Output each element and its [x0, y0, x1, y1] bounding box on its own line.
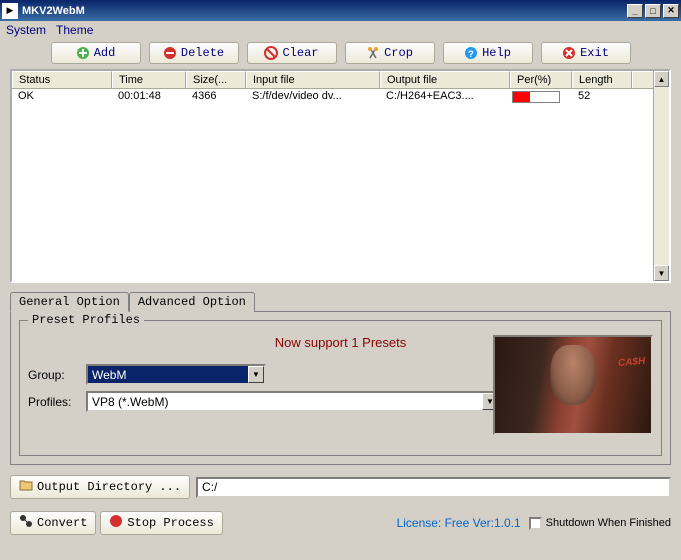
tab-general[interactable]: General Option [10, 292, 129, 312]
window-title: MKV2WebM [22, 5, 627, 17]
scrollbar-vertical[interactable]: ▲ ▼ [653, 71, 669, 281]
exit-button[interactable]: Exit [541, 42, 631, 64]
video-preview: CA$H [493, 335, 653, 435]
menu-theme[interactable]: Theme [56, 23, 93, 37]
add-button[interactable]: Add [51, 42, 141, 64]
window-controls: _ □ ✕ [627, 4, 679, 18]
output-dir-button[interactable]: Output Directory ... [10, 475, 190, 499]
chevron-down-icon: ▼ [248, 366, 264, 383]
add-label: Add [94, 46, 116, 60]
output-dir-label: Output Directory ... [37, 480, 181, 494]
minimize-button[interactable]: _ [627, 4, 643, 18]
stop-button[interactable]: Stop Process [100, 511, 222, 535]
scroll-up-icon[interactable]: ▲ [654, 71, 669, 87]
menubar: System Theme [0, 21, 681, 39]
folder-icon [19, 479, 33, 495]
delete-icon [163, 46, 177, 60]
add-icon [76, 46, 90, 60]
close-button[interactable]: ✕ [663, 4, 679, 18]
col-per[interactable]: Per(%) [510, 71, 572, 88]
toolbar: Add Delete Clear Crop ? Help Exit [0, 39, 681, 67]
cell-size: 4366 [186, 89, 246, 105]
shutdown-checkbox-wrap[interactable]: Shutdown When Finished [529, 517, 671, 530]
crop-icon [366, 46, 380, 60]
cell-output: C:/H264+EAC3.... [380, 89, 510, 105]
col-size[interactable]: Size(... [186, 71, 246, 88]
bottom-area: Output Directory ... [0, 465, 681, 509]
progress-bar [512, 91, 560, 103]
help-icon: ? [464, 46, 478, 60]
col-time[interactable]: Time [112, 71, 186, 88]
action-buttons: Convert Stop Process [10, 511, 223, 535]
col-length[interactable]: Length [572, 71, 632, 88]
stop-icon [109, 514, 123, 532]
clear-icon [264, 46, 278, 60]
table-row[interactable]: OK 00:01:48 4366 S:/f/dev/video dv... C:… [12, 89, 669, 105]
progress-fill [513, 92, 530, 102]
profiles-label: Profiles: [28, 395, 82, 409]
crop-label: Crop [384, 46, 413, 60]
group-value: WebM [88, 368, 248, 382]
crop-button[interactable]: Crop [345, 42, 435, 64]
col-input[interactable]: Input file [246, 71, 380, 88]
col-status[interactable]: Status [12, 71, 112, 88]
clear-button[interactable]: Clear [247, 42, 337, 64]
convert-icon [19, 514, 33, 532]
cell-length: 52 [572, 89, 632, 105]
delete-label: Delete [181, 46, 224, 60]
exit-icon [562, 46, 576, 60]
fieldset-legend: Preset Profiles [28, 313, 144, 327]
status-row: Convert Stop Process License: Free Ver:1… [0, 509, 681, 537]
clear-label: Clear [282, 46, 318, 60]
tabs-area: General Option Advanced Option Preset Pr… [0, 291, 681, 465]
maximize-button[interactable]: □ [645, 4, 661, 18]
license-text: License: Free Ver:1.0.1 [397, 516, 521, 530]
preview-face [551, 345, 596, 405]
output-row: Output Directory ... [10, 475, 671, 499]
app-icon: ▶ [2, 3, 18, 19]
convert-label: Convert [37, 516, 87, 530]
stop-label: Stop Process [127, 516, 213, 530]
col-output[interactable]: Output file [380, 71, 510, 88]
file-table: Status Time Size(... Input file Output f… [10, 69, 671, 283]
delete-button[interactable]: Delete [149, 42, 239, 64]
table-header: Status Time Size(... Input file Output f… [12, 71, 669, 89]
titlebar: ▶ MKV2WebM _ □ ✕ [0, 0, 681, 21]
group-select[interactable]: WebM ▼ [86, 364, 266, 385]
preview-overlay-text: CA$H [617, 356, 645, 369]
tab-advanced[interactable]: Advanced Option [129, 292, 255, 312]
help-label: Help [482, 46, 511, 60]
cell-input: S:/f/dev/video dv... [246, 89, 380, 105]
profiles-select[interactable]: VP8 (*.WebM) ▼ [86, 391, 500, 412]
menu-system[interactable]: System [6, 23, 46, 37]
shutdown-label: Shutdown When Finished [546, 517, 671, 529]
scroll-down-icon[interactable]: ▼ [654, 265, 669, 281]
preset-fieldset: Preset Profiles Now support 1 Presets Gr… [19, 320, 662, 456]
main-area: Status Time Size(... Input file Output f… [0, 67, 681, 285]
output-path-input[interactable] [196, 477, 671, 498]
svg-text:?: ? [468, 50, 474, 60]
cell-time: 00:01:48 [112, 89, 186, 105]
convert-button[interactable]: Convert [10, 511, 96, 535]
shutdown-checkbox[interactable] [529, 517, 542, 530]
cell-per [510, 89, 572, 105]
help-button[interactable]: ? Help [443, 42, 533, 64]
tabs-row: General Option Advanced Option [10, 292, 671, 312]
group-label: Group: [28, 368, 82, 382]
exit-label: Exit [580, 46, 609, 60]
cell-status: OK [12, 89, 112, 105]
profiles-value: VP8 (*.WebM) [88, 395, 482, 409]
tab-content: Preset Profiles Now support 1 Presets Gr… [10, 311, 671, 465]
